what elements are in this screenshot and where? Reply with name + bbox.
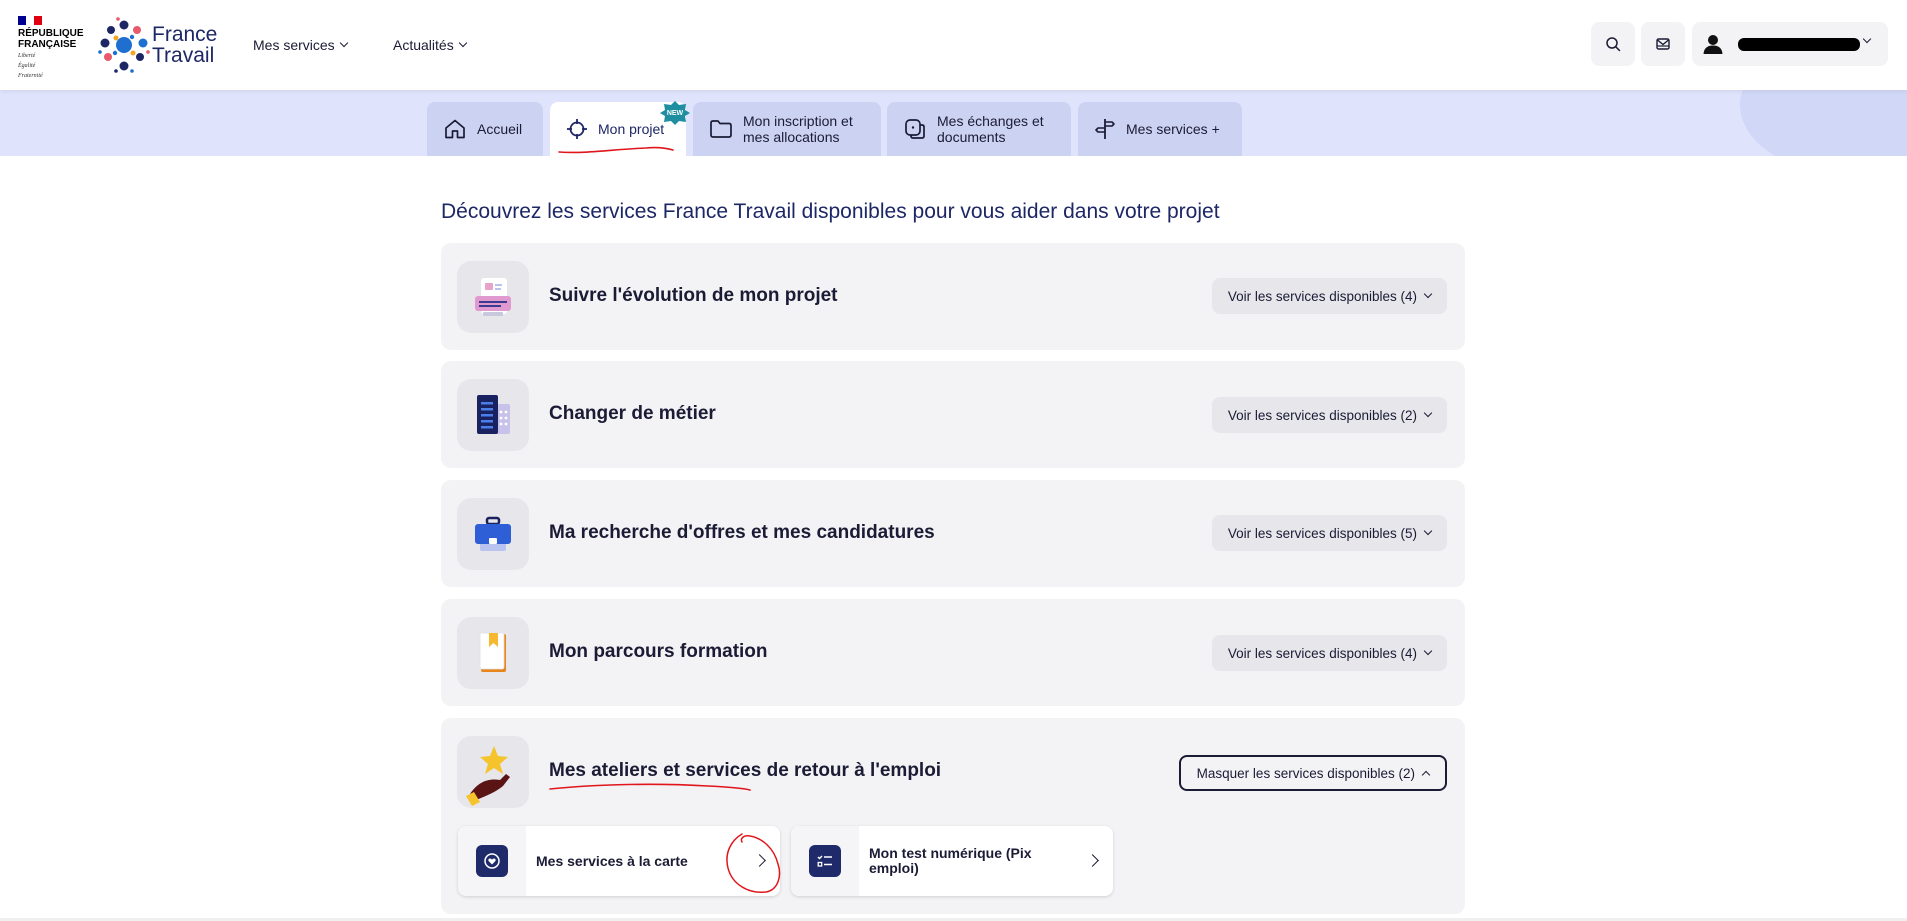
chevron-up-icon (1421, 770, 1431, 779)
service-card-parcours-formation: Mon parcours formation Voir les services… (441, 599, 1465, 706)
brand-name[interactable]: France Travail (152, 24, 217, 66)
show-services-button[interactable]: Voir les services disponibles (4) (1211, 635, 1447, 671)
show-services-label: Voir les services disponibles (2) (1227, 407, 1417, 423)
building-icon (457, 379, 529, 451)
star-hand-icon (457, 736, 529, 808)
redacted-username (1738, 38, 1860, 51)
card-title: Changer de métier (549, 403, 716, 424)
chevron-down-icon (1423, 408, 1433, 418)
sub-service-icon-area (791, 826, 859, 896)
header: RÉPUBLIQUE FRANÇAISE Liberté Égalité Fra… (0, 0, 1907, 90)
page: RÉPUBLIQUE FRANÇAISE Liberté Égalité Fra… (0, 0, 1907, 921)
devise-line2: Égalité (18, 63, 36, 69)
brand-line2: Travail (152, 44, 215, 67)
card-title: Mes ateliers et services de retour à l'e… (549, 760, 942, 781)
flag-icon (18, 16, 42, 25)
chat-icon (905, 119, 925, 139)
france-travail-logo-icon[interactable] (96, 16, 152, 74)
devise-line3: Fraternité (18, 73, 43, 79)
nav-mes-services-label: Mes services (253, 37, 335, 53)
tab-mon-inscription-label: Mon inscription et mes allocations (743, 113, 853, 145)
book-icon (457, 617, 529, 689)
user-icon (1703, 35, 1723, 54)
nav-mes-services[interactable]: Mes services (253, 37, 348, 53)
tab-mon-inscription[interactable]: Mon inscription et mes allocations (693, 102, 881, 156)
checklist-icon (809, 845, 841, 877)
chevron-down-icon (458, 38, 467, 48)
sub-service-label: Mes services à la carte (536, 852, 688, 869)
service-card-changer-metier: Changer de métier Voir les services disp… (441, 361, 1465, 468)
user-menu-button[interactable] (1692, 22, 1888, 66)
show-services-label: Voir les services disponibles (4) (1227, 288, 1417, 304)
service-card-suivre-projet: Suivre l'évolution de mon projet Voir le… (441, 243, 1465, 350)
hide-services-button[interactable]: Masquer les services disponibles (2) (1178, 755, 1447, 791)
chevron-right-icon (1086, 854, 1099, 867)
republique-francaise-logo[interactable]: RÉPUBLIQUE FRANÇAISE Liberté Égalité Fra… (18, 16, 84, 79)
chevron-right-icon (753, 854, 766, 867)
chevron-down-icon (339, 38, 348, 48)
chevron-down-icon (1423, 289, 1433, 299)
briefcase-icon (457, 498, 529, 570)
card-title: Suivre l'évolution de mon projet (549, 285, 838, 306)
show-services-button[interactable]: Voir les services disponibles (5) (1211, 515, 1447, 551)
search-button[interactable] (1591, 22, 1635, 66)
card-title: Ma recherche d'offres et mes candidature… (549, 522, 935, 543)
tab-accueil[interactable]: Accueil (427, 102, 543, 156)
messages-button[interactable] (1641, 22, 1685, 66)
service-card-recherche-offres: Ma recherche d'offres et mes candidature… (441, 480, 1465, 587)
show-services-label: Voir les services disponibles (5) (1227, 525, 1417, 541)
chevron-down-icon (1423, 646, 1433, 656)
new-badge: NEW (660, 101, 690, 125)
tab-mon-projet-label: Mon projet (598, 121, 665, 137)
decorative-shape (1740, 90, 1907, 156)
chevron-down-icon (1862, 34, 1872, 44)
republique-line2: FRANÇAISE (18, 39, 77, 50)
target-icon (567, 119, 587, 139)
sub-service-icon-area (458, 826, 526, 896)
mail-icon (1656, 38, 1670, 50)
republique-line1: RÉPUBLIQUE (18, 28, 84, 39)
heart-hand-icon (476, 845, 508, 877)
search-icon (1606, 37, 1621, 52)
show-services-label: Voir les services disponibles (4) (1227, 645, 1417, 661)
new-badge-label: NEW (666, 109, 684, 117)
nav-actualites[interactable]: Actualités (393, 37, 467, 53)
folder-icon (710, 120, 732, 138)
sub-service-test-numerique[interactable]: Mon test numérique (Pix emploi) (791, 826, 1113, 896)
sub-service-mes-services-a-la-carte[interactable]: Mes services à la carte (458, 826, 780, 896)
devise-line1: Liberté (18, 53, 36, 59)
hide-services-label: Masquer les services disponibles (2) (1196, 765, 1415, 781)
document-icon (457, 261, 529, 333)
tab-mes-services-plus[interactable]: Mes services + (1078, 102, 1242, 156)
nav-actualites-label: Actualités (393, 37, 454, 53)
sub-service-label: Mon test numérique (Pix emploi) (869, 845, 1032, 876)
signpost-icon (1095, 119, 1115, 139)
page-title: Découvrez les services France Travail di… (441, 200, 1220, 223)
chevron-down-icon (1423, 526, 1433, 536)
show-services-button[interactable]: Voir les services disponibles (2) (1211, 397, 1447, 433)
card-title: Mon parcours formation (549, 641, 768, 662)
home-icon (445, 119, 465, 139)
tab-mes-echanges[interactable]: Mes échanges et documents (887, 102, 1071, 156)
show-services-button[interactable]: Voir les services disponibles (4) (1211, 278, 1447, 314)
tab-mes-echanges-label: Mes échanges et documents (937, 113, 1044, 145)
tab-mes-services-plus-label: Mes services + (1126, 121, 1220, 137)
brand-line1: France (152, 23, 218, 46)
tab-accueil-label: Accueil (477, 121, 523, 137)
